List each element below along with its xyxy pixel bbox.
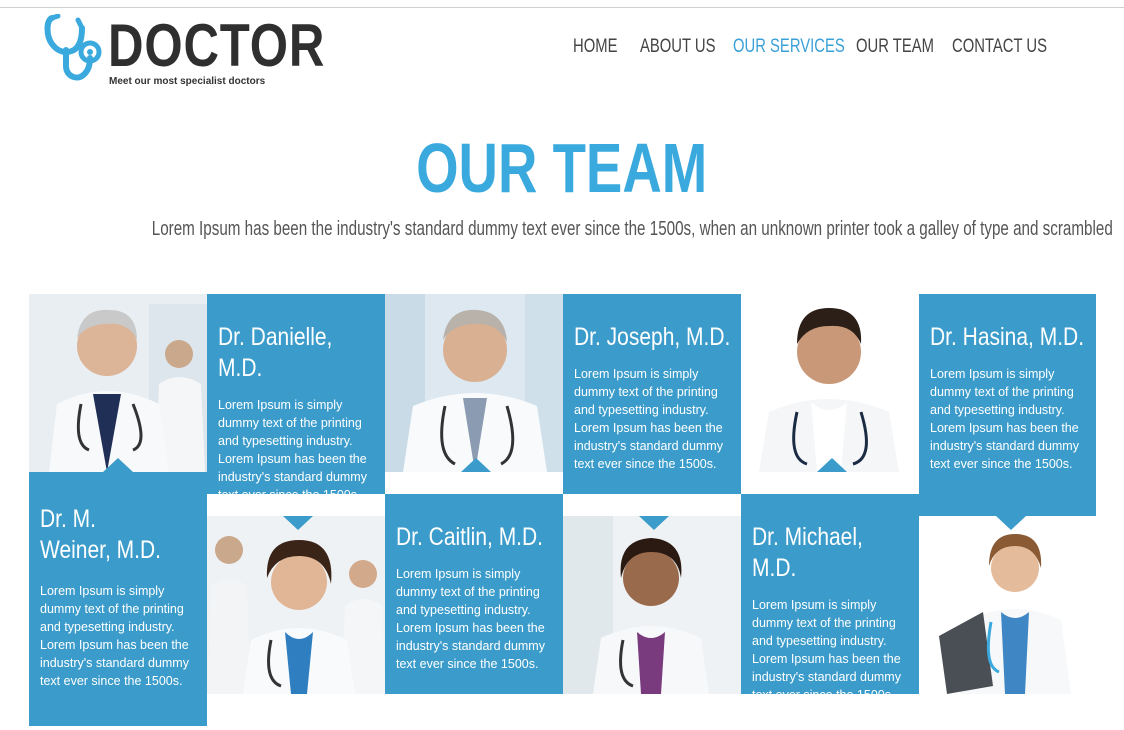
card-pointer [461,458,491,472]
doctor-bio: Lorem Ipsum is simply dummy text of the … [218,398,367,502]
doctor-card-caitlin[interactable]: Dr. Caitlin, M.D. Lorem Ipsum is simply … [385,494,563,694]
top-divider [0,7,1124,8]
card-pointer [996,516,1026,530]
doctor-name: Dr. Caitlin, M.D. [396,523,544,551]
doctor-photo-caitlin [563,516,741,694]
doctor-bio: Lorem Ipsum is simply dummy text of the … [752,598,901,702]
doctor-name: Dr. Joseph, M.D. [574,323,731,351]
nav-our-services[interactable]: OUR SERVICES [733,36,845,58]
doctor-card-weiner[interactable]: Dr. M. Weiner, M.D. Lorem Ipsum is simpl… [29,472,207,726]
card-pointer [817,458,847,472]
doctor-name: Dr. Hasina, M.D. [930,323,1085,351]
card-pointer [103,458,133,472]
doctor-photo-joseph [385,294,563,472]
card-pointer [639,516,669,530]
doctor-name: Dr. Danielle, M.D. [218,323,333,382]
logo-tagline: Meet our most specialist doctors [109,76,266,87]
doctor-card-joseph[interactable]: Dr. Joseph, M.D. Lorem Ipsum is simply d… [563,294,741,494]
nav-about-us[interactable]: ABOUT US [640,36,715,58]
nav-contact-us[interactable]: CONTACT US [952,36,1047,58]
doctor-photo-michael [919,516,1096,694]
logo-wordmark: DOCTOR [108,12,326,79]
section-title: OUR TEAM [416,129,708,207]
doctor-bio: Lorem Ipsum is simply dummy text of the … [574,367,723,471]
nav-home[interactable]: HOME [573,36,617,58]
doctor-card-danielle[interactable]: Dr. Danielle, M.D. Lorem Ipsum is simply… [207,294,385,502]
doctor-name: Dr. Michael, M.D. [752,523,863,582]
card-pointer [283,516,313,530]
section-subtitle: Lorem Ipsum has been the industry's stan… [151,218,1113,240]
doctor-bio: Lorem Ipsum is simply dummy text of the … [930,367,1079,471]
doctor-bio: Lorem Ipsum is simply dummy text of the … [396,567,545,671]
doctor-name: Dr. M. Weiner, M.D. [40,505,161,564]
doctor-bio: Lorem Ipsum is simply dummy text of the … [40,584,189,688]
doctor-photo-hasina [741,294,919,472]
doctor-card-hasina[interactable]: Dr. Hasina, M.D. Lorem Ipsum is simply d… [919,294,1096,516]
team-grid: Dr. Danielle, M.D. Lorem Ipsum is simply… [29,294,1096,730]
main-navigation: HOME ABOUT US OUR SERVICES OUR TEAM CONT… [560,36,1050,64]
doctor-card-michael[interactable]: Dr. Michael, M.D. Lorem Ipsum is simply … [741,494,919,702]
site-logo[interactable]: DOCTOR Meet our most specialist doctors [44,14,324,90]
doctor-photo-weiner [207,516,385,694]
stethoscope-icon [44,14,106,82]
nav-our-team[interactable]: OUR TEAM [856,36,934,58]
doctor-photo-danielle [29,294,207,472]
